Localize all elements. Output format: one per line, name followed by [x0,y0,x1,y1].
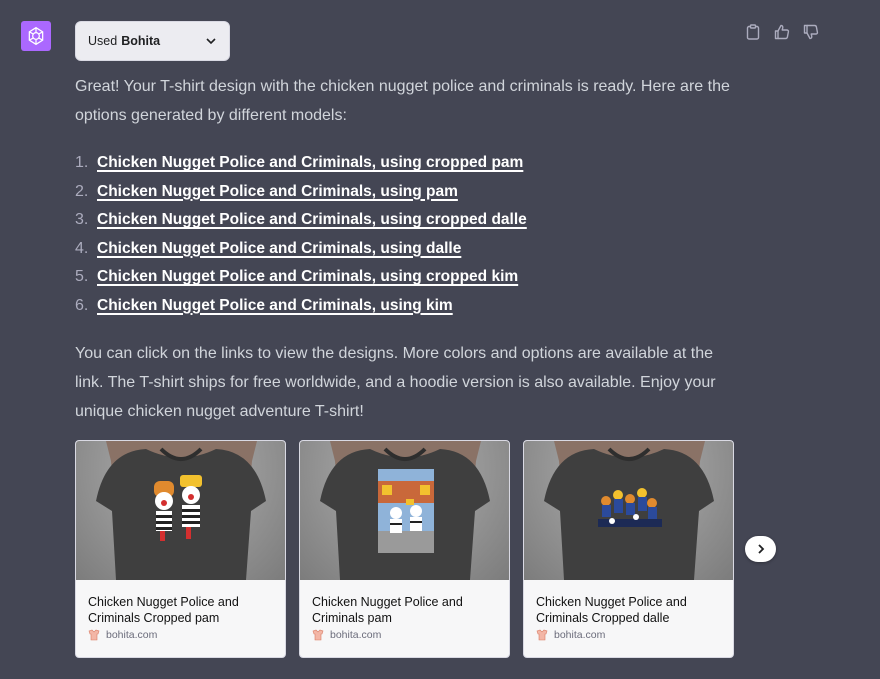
design-links-list: 1. Chicken Nugget Police and Criminals, u… [75,149,745,320]
carousel-next-button[interactable] [745,536,776,562]
design-link-cropped-pam[interactable]: Chicken Nugget Police and Criminals, usi… [97,149,523,178]
product-card[interactable]: Chicken Nugget Police and Criminals Crop… [75,440,286,658]
thumbs-down-icon[interactable] [802,23,820,41]
bohita-favicon-icon [536,629,548,641]
product-source: bohita.com [76,629,285,641]
list-item: 2. Chicken Nugget Police and Criminals, u… [75,178,745,207]
product-card[interactable]: Chicken Nugget Police and Criminals Crop… [523,440,734,658]
clipboard-icon[interactable] [744,23,762,41]
source-domain: bohita.com [330,629,382,641]
list-item: 5. Chicken Nugget Police and Criminals, u… [75,263,745,292]
product-source: bohita.com [524,629,733,641]
list-item: 4. Chicken Nugget Police and Criminals, u… [75,235,745,264]
design-link-kim[interactable]: Chicken Nugget Police and Criminals, usi… [97,292,453,321]
design-link-cropped-kim[interactable]: Chicken Nugget Police and Criminals, usi… [97,263,518,292]
plugin-used-label: Used [88,34,118,48]
design-link-cropped-dalle[interactable]: Chicken Nugget Police and Criminals, usi… [97,206,527,235]
plugin-used-dropdown[interactable]: Used Bohita [75,21,230,61]
thumbs-up-icon[interactable] [773,23,791,41]
assistant-message: Great! Your T-shirt design with the chic… [75,72,745,426]
list-item: 1. Chicken Nugget Police and Criminals, u… [75,149,745,178]
chevron-right-icon [757,544,764,554]
list-number: 2. [75,182,89,200]
product-image [300,441,509,580]
message-outro: You can click on the links to view the d… [75,345,716,420]
product-image [524,441,733,580]
design-link-dalle[interactable]: Chicken Nugget Police and Criminals, usi… [97,235,461,264]
plugin-name: Bohita [121,34,161,48]
chevron-down-icon [205,35,217,47]
list-item: 3. Chicken Nugget Police and Criminals, u… [75,206,745,235]
bohita-favicon-icon [312,629,324,641]
product-title: Chicken Nugget Police and Criminals pam [312,595,463,625]
design-link-pam[interactable]: Chicken Nugget Police and Criminals, usi… [97,178,458,207]
list-number: 6. [75,296,89,314]
list-item: 6. Chicken Nugget Police and Criminals, u… [75,292,745,321]
assistant-avatar [21,21,51,51]
list-number: 3. [75,211,89,228]
list-number: 4. [75,239,89,257]
openai-logo-icon [28,26,44,46]
message-actions [744,23,820,41]
product-image [76,441,285,580]
bohita-favicon-icon [88,629,100,641]
product-carousel: Chicken Nugget Police and Criminals Crop… [75,440,734,658]
product-source: bohita.com [300,629,509,641]
product-title: Chicken Nugget Police and Criminals Crop… [536,595,687,625]
product-title: Chicken Nugget Police and Criminals Crop… [88,595,239,625]
source-domain: bohita.com [554,629,606,641]
product-card[interactable]: Chicken Nugget Police and Criminals pam … [299,440,510,658]
message-intro: Great! Your T-shirt design with the chic… [75,78,730,124]
list-number: 5. [75,268,89,285]
list-number: 1. [75,154,89,171]
source-domain: bohita.com [106,629,158,641]
